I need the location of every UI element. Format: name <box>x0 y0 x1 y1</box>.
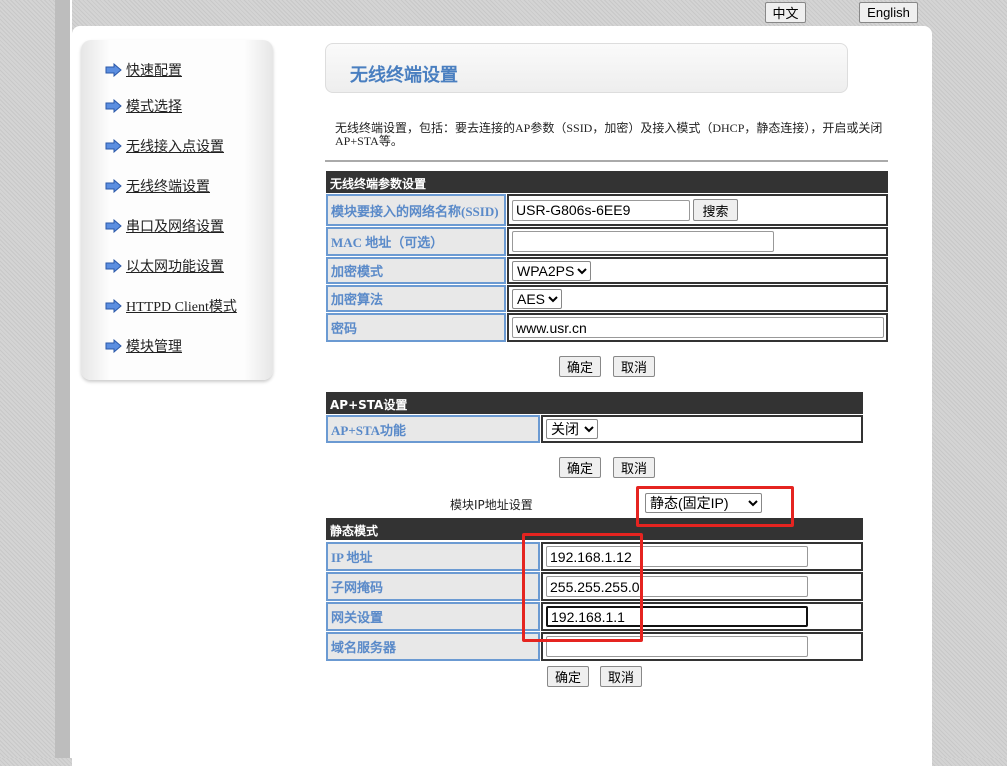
mac-cell <box>507 227 888 256</box>
arrow-right-icon <box>105 259 122 273</box>
arrow-right-icon <box>105 339 122 353</box>
sidebar-item[interactable]: 快速配置 <box>105 60 182 80</box>
sidebar-item-label: 串口及网络设置 <box>126 220 224 235</box>
sidebar-item-label: 以太网功能设置 <box>126 260 224 275</box>
sidebar-item[interactable]: 以太网功能设置 <box>105 256 224 276</box>
highlight-box-ip-mode <box>636 486 794 527</box>
page-description: 无线终端设置，包括：要去连接的AP参数（SSID，加密）及接入模式（DHCP，静… <box>335 121 883 148</box>
apsta-cancel-button[interactable]: 取消 <box>613 457 655 478</box>
dns-label: 域名服务器 <box>326 632 540 661</box>
search-button[interactable]: 搜索 <box>693 199 738 221</box>
sta-ok-button[interactable]: 确定 <box>559 356 601 377</box>
sta-cancel-button[interactable]: 取消 <box>613 356 655 377</box>
apsta-header: AP+STA设置 <box>326 392 863 414</box>
enc-alg-label: 加密算法 <box>326 285 506 312</box>
enc-mode-label: 加密模式 <box>326 257 506 284</box>
sidebar-item[interactable]: 串口及网络设置 <box>105 216 224 236</box>
sidebar-item[interactable]: HTTPD Client模式 <box>105 296 237 316</box>
lang-chinese-button[interactable]: 中文 <box>765 2 806 23</box>
static-ok-button[interactable]: 确定 <box>547 666 589 687</box>
sidebar-item[interactable]: 无线终端设置 <box>105 176 210 196</box>
enc-alg-select[interactable]: AES <box>512 288 562 309</box>
apsta-ok-button[interactable]: 确定 <box>559 457 601 478</box>
password-label: 密码 <box>326 313 506 342</box>
mask-label: 子网掩码 <box>326 572 540 601</box>
ip-mode-label: 模块IP地址设置 <box>450 498 533 512</box>
enc-alg-cell: AES <box>507 285 888 312</box>
apsta-func-cell: 关闭 <box>541 415 863 443</box>
ssid-label: 模块要接入的网络名称(SSID) <box>326 194 506 226</box>
enc-mode-select[interactable]: WPA2PSK <box>512 260 591 281</box>
sidebar-item[interactable]: 模式选择 <box>105 96 182 116</box>
arrow-right-icon <box>105 99 122 113</box>
arrow-right-icon <box>105 139 122 153</box>
static-cancel-button[interactable]: 取消 <box>600 666 642 687</box>
page-title: 无线终端设置 <box>350 65 458 86</box>
sidebar-item-label: 模块管理 <box>126 340 182 355</box>
sidebar-item-label: HTTPD Client模式 <box>126 300 237 315</box>
apsta-func-label: AP+STA功能 <box>326 415 540 443</box>
gateway-label: 网关设置 <box>326 602 540 631</box>
arrow-right-icon <box>105 219 122 233</box>
sidebar-item-label: 无线接入点设置 <box>126 140 224 155</box>
password-cell <box>507 313 888 342</box>
highlight-box-ip-values <box>522 533 643 642</box>
lang-english-button[interactable]: English <box>859 2 918 23</box>
enc-mode-cell: WPA2PSK <box>507 257 888 284</box>
sidebar-item-label: 模式选择 <box>126 100 182 115</box>
ip-label: IP 地址 <box>326 542 540 571</box>
sidebar-item[interactable]: 无线接入点设置 <box>105 136 224 156</box>
sidebar-item-label: 无线终端设置 <box>126 180 210 195</box>
password-input[interactable] <box>512 317 884 338</box>
apsta-func-select[interactable]: 关闭 <box>546 419 598 439</box>
sidebar: 快速配置模式选择无线接入点设置 无线终端设置 串口及网络设置 以太网功能设置 HTTPD… <box>81 40 273 380</box>
ssid-cell: 搜索 <box>507 194 888 226</box>
sidebar-item[interactable]: 模块管理 <box>105 336 182 356</box>
background-strip <box>55 0 70 758</box>
arrow-right-icon <box>105 299 122 313</box>
page-title-box: 无线终端设置 <box>325 43 848 93</box>
arrow-right-icon <box>105 179 122 193</box>
divider <box>325 160 888 162</box>
mac-label: MAC 地址（可选） <box>326 227 506 256</box>
sta-params-header: 无线终端参数设置 <box>326 171 888 193</box>
sidebar-item-label: 快速配置 <box>126 64 182 79</box>
arrow-right-icon <box>105 63 122 77</box>
mac-input[interactable] <box>512 231 774 252</box>
ssid-input[interactable] <box>512 199 690 221</box>
